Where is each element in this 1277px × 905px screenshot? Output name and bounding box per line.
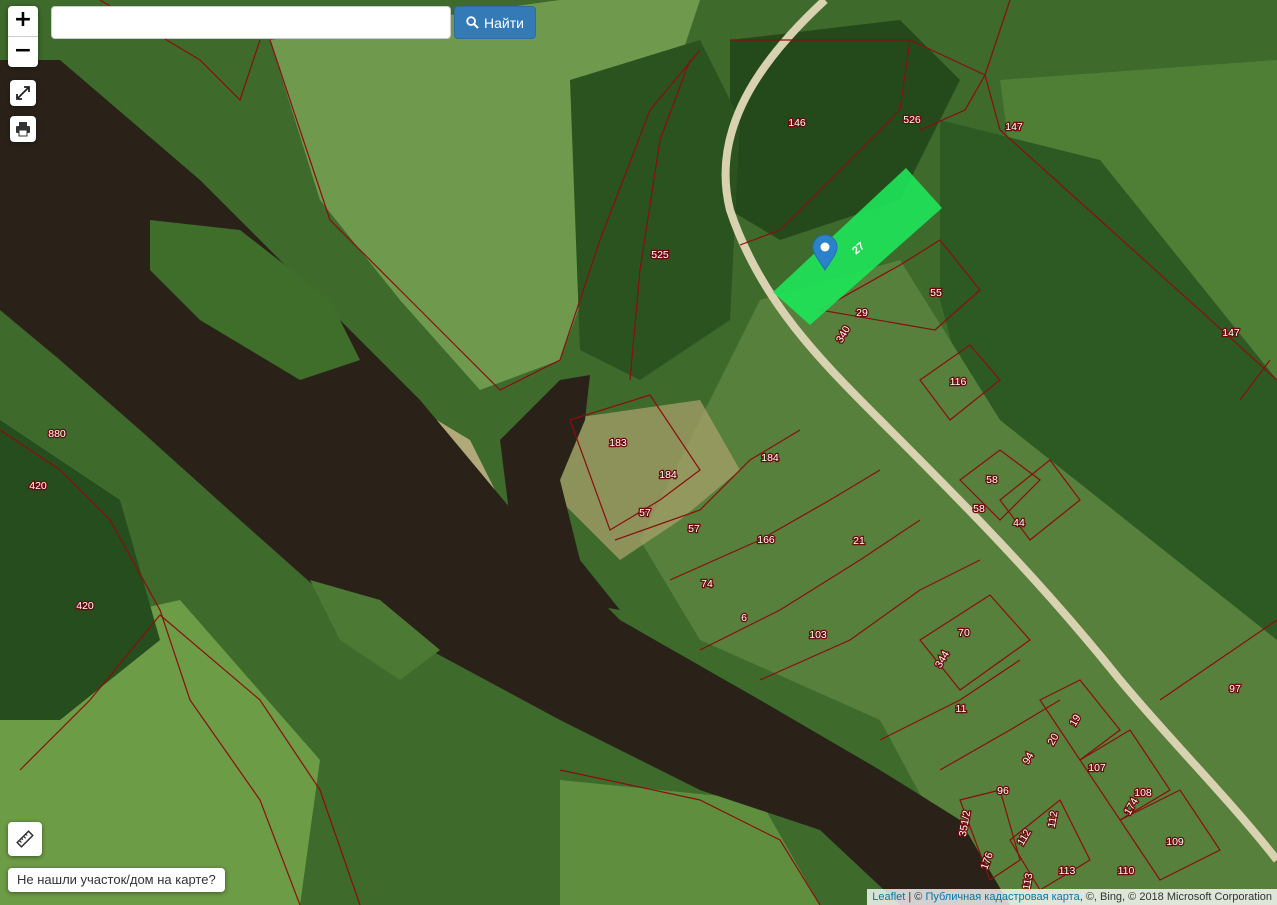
search-button[interactable]: Найти [454,6,536,39]
attribution-rest: , ©, Bing, © 2018 Microsoft Corporation [1079,891,1272,903]
zoom-out-button[interactable]: − [8,37,38,67]
parcel-label: 97 [1229,683,1241,695]
fullscreen-button[interactable] [10,80,36,106]
print-icon [16,122,30,137]
parcel-label: 110 [1118,865,1135,877]
parcel-label: 57 [639,507,651,519]
zoom-control: + − [8,6,38,67]
not-found-link[interactable]: Не нашли участок/дом на карте? [8,868,225,892]
parcel-label: 525 [651,249,669,261]
parcel-label: 146 [788,117,806,129]
fullscreen-icon [16,86,30,100]
parcel-label: 147 [1222,327,1240,339]
parcel-label: 57 [688,523,700,535]
search-button-label: Найти [484,14,524,31]
search-input[interactable] [51,6,451,39]
parcel-label: 103 [809,629,827,641]
parcel-label: 58 [973,503,985,515]
attribution: Leaflet | © Публичная кадастровая карта,… [867,889,1277,905]
parcel-label: 420 [76,600,94,612]
parcel-label: 108 [1134,787,1152,799]
pkk-link[interactable]: Публичная кадастровая карта [925,891,1079,903]
parcel-label: 107 [1088,762,1106,774]
forest [570,40,740,380]
parcel-label: 6 [741,612,747,624]
parcel-label: 21 [853,535,865,547]
parcel-label: 183 [609,437,627,449]
parcel-label: 880 [48,428,66,440]
parcel-label: 58 [986,474,998,486]
leaflet-link[interactable]: Leaflet [872,891,905,903]
satellite-map[interactable]: 27 146 5261475255529340116183184571845716… [0,0,1277,905]
parcel-label: 55 [930,287,942,299]
parcel-label: 147 [1005,121,1023,133]
parcel-label: 96 [997,785,1009,797]
parcel-label: 70 [958,627,970,639]
parcel-label: 109 [1166,836,1184,848]
measure-button[interactable] [8,822,42,856]
parcel-label: 44 [1013,517,1025,529]
parcel-label: 526 [903,114,921,126]
parcel-label: 74 [701,578,713,590]
zoom-in-button[interactable]: + [8,6,38,37]
search-icon [466,16,479,29]
parcel-label: 166 [757,534,775,546]
parcel-label: 113 [1059,865,1076,877]
print-button[interactable] [10,116,36,142]
parcel-label: 184 [659,469,677,481]
parcel-label: 116 [950,376,967,388]
parcel-label: 420 [29,480,47,492]
parcel-label: 11 [956,703,967,715]
ruler-icon [16,830,34,848]
parcel-label: 184 [761,452,779,464]
attribution-separator: | © [905,891,926,903]
parcel-label: 29 [856,307,868,319]
